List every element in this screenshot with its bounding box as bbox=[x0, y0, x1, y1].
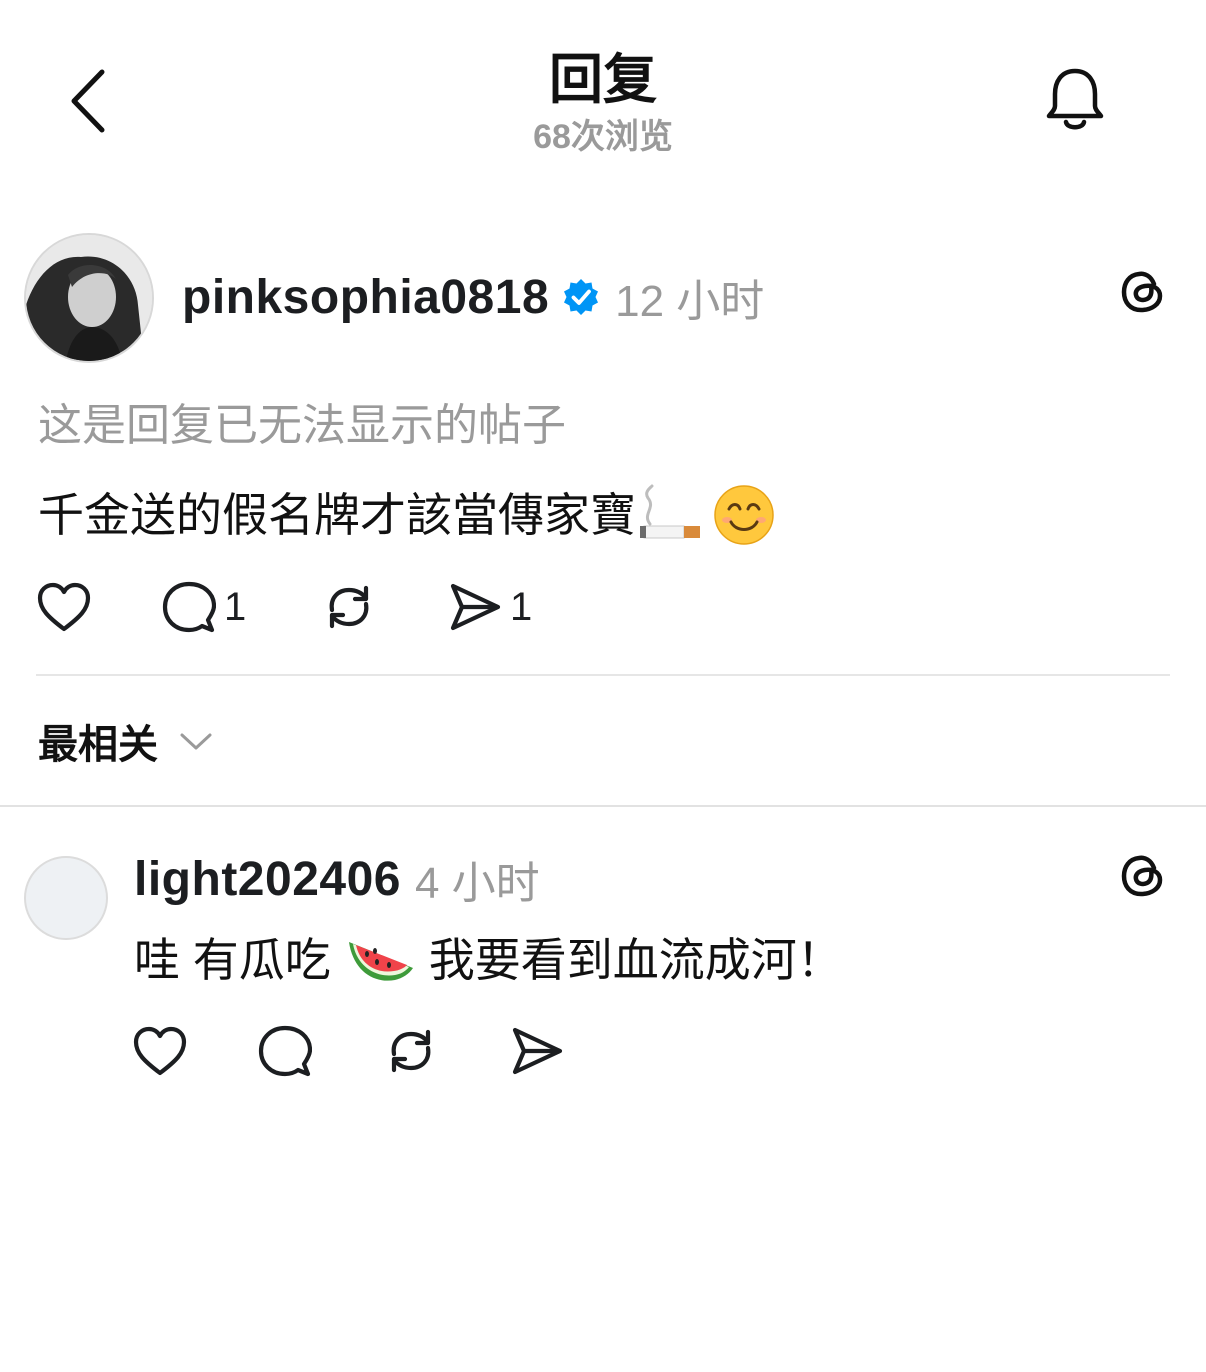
repost-icon bbox=[329, 585, 369, 629]
reply-time: 4 小时 bbox=[414, 859, 540, 908]
smiling-face-emoji bbox=[714, 485, 774, 545]
notifications-button[interactable] bbox=[1040, 64, 1110, 138]
threads-logo-icon bbox=[1121, 855, 1163, 897]
sort-dropdown[interactable]: 最相关 bbox=[38, 712, 214, 770]
cigarette-emoji bbox=[640, 484, 700, 539]
repost-button[interactable] bbox=[384, 1024, 510, 1078]
reply-button[interactable]: 1 bbox=[162, 580, 322, 634]
threads-link[interactable] bbox=[1118, 851, 1168, 901]
page-title: 回复 bbox=[549, 50, 657, 110]
view-count: 68次浏览 bbox=[533, 118, 673, 156]
post-text-content: 千金送的假名牌才該當傳家寶 bbox=[38, 489, 636, 541]
comment-icon bbox=[162, 581, 216, 633]
like-button[interactable] bbox=[36, 581, 162, 633]
comment-icon bbox=[258, 1025, 312, 1077]
bell-icon bbox=[1046, 68, 1104, 130]
reply-button[interactable] bbox=[258, 1024, 384, 1078]
share-button[interactable] bbox=[510, 1024, 564, 1078]
repost-button[interactable] bbox=[322, 580, 448, 634]
send-icon bbox=[450, 583, 501, 631]
divider bbox=[36, 674, 1170, 676]
reply-text-after: 我要看到血流成河！ bbox=[428, 934, 843, 986]
watermelon-emoji bbox=[348, 942, 413, 981]
threads-logo-icon bbox=[1121, 271, 1163, 313]
reply-count: 1 bbox=[224, 584, 247, 629]
sort-label: 最相关 bbox=[38, 723, 158, 767]
unavailable-post-notice: 这是回复已无法显示的帖子 bbox=[38, 401, 566, 450]
avatar[interactable] bbox=[24, 856, 108, 940]
post-actions: 1 1 bbox=[36, 578, 532, 636]
like-button[interactable] bbox=[132, 1025, 258, 1077]
heart-icon bbox=[133, 1026, 187, 1076]
reply-username[interactable]: light202406 bbox=[134, 852, 401, 907]
post-text: 千金送的假名牌才該當傳家寶 bbox=[38, 484, 776, 546]
post-username[interactable]: pinksophia0818 bbox=[182, 270, 549, 325]
chevron-down-icon bbox=[180, 733, 212, 750]
threads-link[interactable] bbox=[1118, 267, 1168, 317]
reply-actions bbox=[132, 1022, 564, 1080]
avatar[interactable] bbox=[24, 233, 154, 363]
post-time: 12 小时 bbox=[615, 277, 765, 326]
profile-photo bbox=[26, 235, 152, 361]
send-icon bbox=[512, 1027, 563, 1075]
reply-text: 哇 有瓜吃 我要看到血流成河！ bbox=[134, 930, 843, 990]
reply-text-before: 哇 有瓜吃 bbox=[134, 934, 331, 986]
divider bbox=[0, 805, 1206, 807]
heart-icon bbox=[37, 582, 91, 632]
share-count: 1 bbox=[510, 584, 533, 629]
share-button[interactable]: 1 bbox=[448, 580, 532, 634]
verified-badge-icon bbox=[564, 279, 599, 315]
repost-icon bbox=[391, 1029, 431, 1073]
